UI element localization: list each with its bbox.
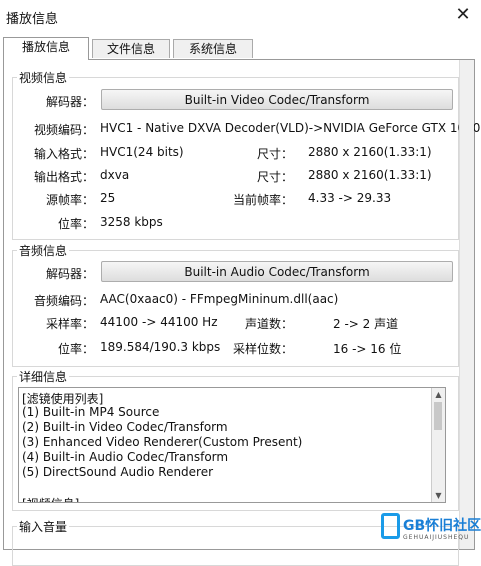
sample-rate-label: 采样率： xyxy=(45,317,94,331)
input-size-label: 尺寸： xyxy=(256,147,293,161)
panel-scrollbar[interactable] xyxy=(459,60,474,549)
list-item: (2) Built-in Video Codec/Transform xyxy=(22,420,228,434)
sample-rate-value: 44100 -> 44100 Hz xyxy=(100,315,218,329)
output-format-label: 输出格式： xyxy=(33,170,94,184)
video-info-group: 视频信息 解码器： Built-in Video Codec/Transform… xyxy=(12,69,480,240)
channels-label: 声道数： xyxy=(244,317,293,331)
list-item: (1) Built-in MP4 Source xyxy=(22,405,160,419)
close-icon[interactable]: ✕ xyxy=(453,5,473,25)
audio-bitrate-value: 189.584/190.3 kbps xyxy=(100,340,221,354)
audio-codec-value: AAC(0xaac0) - FFmpegMininum.dll(aac) xyxy=(100,292,339,306)
output-format-value: dxva xyxy=(100,168,130,182)
sample-bits-value: 16 -> 16 位 xyxy=(333,342,402,356)
details-scrollbar[interactable]: ▲ ▼ xyxy=(431,388,445,502)
audio-decoder-label: 解码器： xyxy=(45,267,94,281)
video-decoder-label: 解码器： xyxy=(45,95,94,109)
logo-subtext: GEHUAIJIUSHEQU xyxy=(403,534,470,541)
logo-icon xyxy=(381,513,400,539)
channels-value: 2 -> 2 声道 xyxy=(333,317,399,331)
tab-system-info[interactable]: 系统信息 xyxy=(173,39,253,58)
scroll-up-icon[interactable]: ▲ xyxy=(432,388,445,401)
volume-group-title: 输入音量 xyxy=(17,518,70,535)
scroll-thumb[interactable] xyxy=(434,402,442,430)
input-size-value: 2880 x 2160(1.33:1) xyxy=(308,145,432,159)
output-size-value: 2880 x 2160(1.33:1) xyxy=(308,168,432,182)
audio-group-title: 音频信息 xyxy=(17,242,70,259)
tab-panel: 视频信息 解码器： Built-in Video Codec/Transform… xyxy=(3,59,480,566)
input-format-label: 输入格式： xyxy=(33,147,94,161)
details-group-title: 详细信息 xyxy=(17,368,70,385)
audio-decoder-button[interactable]: Built-in Audio Codec/Transform xyxy=(101,261,453,282)
details-group: 详细信息 [滤镜使用列表] (1) Built-in MP4 Source (2… xyxy=(12,368,459,511)
video-bitrate-label: 位率： xyxy=(57,217,94,231)
video-codec-label: 视频编码： xyxy=(33,123,94,137)
sample-bits-label: 采样位数： xyxy=(232,342,293,356)
list-item: (3) Enhanced Video Renderer(Custom Prese… xyxy=(22,435,303,449)
output-size-label: 尺寸： xyxy=(256,170,293,184)
logo-text: GB怀旧社区 xyxy=(403,518,481,534)
scroll-down-icon[interactable]: ▼ xyxy=(432,489,445,502)
source-fps-value: 25 xyxy=(100,191,116,205)
current-fps-label: 当前帧率： xyxy=(232,193,293,207)
tab-playback-info[interactable]: 播放信息 xyxy=(3,37,89,60)
tab-file-info[interactable]: 文件信息 xyxy=(92,39,170,58)
title-bar: 播放信息 ✕ xyxy=(0,0,481,33)
video-codec-value: HVC1 - Native DXVA Decoder(VLD)->NVIDIA … xyxy=(100,121,481,135)
video-decoder-button[interactable]: Built-in Video Codec/Transform xyxy=(101,89,453,110)
video-group-title: 视频信息 xyxy=(17,69,70,86)
audio-info-group: 音频信息 解码器： Built-in Audio Codec/Transform… xyxy=(12,242,459,367)
list-item: (4) Built-in Audio Codec/Transform xyxy=(22,450,229,464)
tab-bar: 播放信息 文件信息 系统信息 xyxy=(0,37,481,60)
window-title: 播放信息 xyxy=(6,12,59,27)
details-listbox[interactable]: [滤镜使用列表] (1) Built-in MP4 Source (2) Bui… xyxy=(18,387,446,503)
list-item: (5) DirectSound Audio Renderer xyxy=(22,465,214,479)
video-bitrate-value: 3258 kbps xyxy=(100,215,163,229)
input-format-value: HVC1(24 bits) xyxy=(100,145,184,159)
source-fps-label: 源帧率： xyxy=(45,193,94,207)
list-item: [视频信息] xyxy=(22,495,79,502)
current-fps-value: 4.33 -> 29.33 xyxy=(308,191,392,205)
audio-codec-label: 音频编码： xyxy=(33,294,94,308)
audio-bitrate-label: 位率： xyxy=(57,342,94,356)
watermark-logo: GB怀旧社区 GEHUAIJIUSHEQU xyxy=(381,513,481,550)
